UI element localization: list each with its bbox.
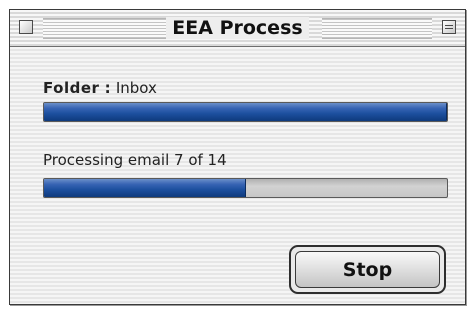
default-button-ring: Stop: [289, 245, 446, 294]
title-bar-stripes-right: [322, 18, 432, 39]
folder-separator: :: [99, 79, 116, 97]
stop-button[interactable]: Stop: [295, 251, 440, 288]
eea-process-window: EEA Process Folder : Inbox Processing em…: [9, 9, 466, 305]
title-bar[interactable]: EEA Process: [10, 10, 465, 47]
folder-progress-bar: [43, 102, 448, 122]
folder-label: Folder : Inbox: [43, 79, 157, 97]
processing-status: Processing email 7 of 14: [43, 151, 227, 169]
folder-key: Folder: [43, 79, 100, 97]
folder-value: Inbox: [115, 79, 157, 97]
email-progress-fill: [44, 179, 246, 197]
close-box-icon[interactable]: [19, 20, 33, 34]
dialog-content: Folder : Inbox Processing email 7 of 14 …: [10, 47, 465, 304]
collapse-box-icon[interactable]: [442, 20, 456, 34]
email-progress-bar: [43, 178, 448, 198]
folder-progress-fill: [44, 103, 447, 121]
title-bar-stripes-left: [43, 18, 173, 39]
window-title-text: EEA Process: [166, 17, 309, 39]
